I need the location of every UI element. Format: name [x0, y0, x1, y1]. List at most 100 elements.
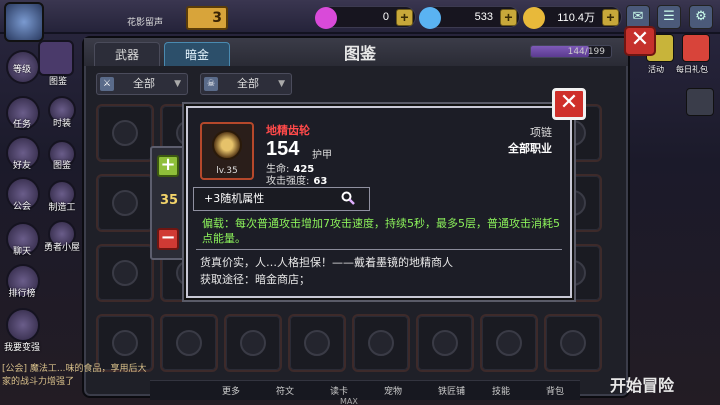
equipment-icon: [112, 260, 138, 286]
equipment-icon: [304, 330, 330, 356]
equipment-icon: [176, 330, 202, 356]
chevron-down-icon: ▼: [174, 79, 181, 89]
menu-rank-label: 排行榜: [8, 289, 36, 299]
equipment-icon: [496, 330, 522, 356]
item-effect-description: 偏载：每次普通攻击增加7攻击速度，持续5秒，最多5层，普通攻击消耗5点能量。: [202, 217, 560, 245]
vip-badge[interactable]: 3: [186, 6, 228, 30]
item-source: 获取途径：暗金商店；: [200, 273, 310, 286]
daily-gift-label: 每日礼包: [676, 65, 708, 74]
filter-1-value: 全部: [133, 77, 155, 90]
menu-codex-label: 图鉴: [48, 77, 67, 87]
codex-cell[interactable]: [352, 314, 410, 372]
player-tag: 花影留声: [126, 18, 163, 28]
collection-progress: 144/199: [530, 45, 612, 58]
stat-attack-label: 攻击强度:: [266, 176, 310, 187]
filter-2-value: 全部: [237, 77, 259, 90]
gear-icon[interactable]: ⚙: [689, 5, 713, 29]
menu-task-label: 任务: [12, 120, 31, 130]
item-slot-type: 项链: [530, 126, 552, 139]
bottom-nav: 更多 符文 读卡 宠物 铁匠铺 技能 背包: [150, 380, 580, 400]
item-power: 154: [266, 138, 300, 160]
filter-dropdown-2[interactable]: ☠ 全部 ▼: [200, 73, 292, 95]
start-adventure-button[interactable]: 开始冒险: [610, 372, 674, 396]
item-slot: lv.35: [200, 122, 254, 180]
close-popup-button[interactable]: ✕: [552, 88, 586, 120]
equipment-icon: [112, 120, 138, 146]
equipment-icon: [432, 330, 458, 356]
gem-icon: [315, 7, 337, 29]
bottom-nav-item[interactable]: 技能: [492, 384, 510, 397]
progress-text: 144/199: [567, 47, 605, 57]
coin-counter: 110.4万 +: [523, 6, 622, 29]
item-level: lv.35: [216, 166, 238, 176]
add-coin-button[interactable]: +: [602, 9, 619, 26]
tab-weapon[interactable]: 武器: [94, 42, 160, 66]
item-power-unit: 护甲: [312, 150, 332, 161]
quantity-value: 35: [159, 193, 179, 208]
diamond-counter: 533 +: [419, 6, 520, 29]
random-attribute-label: +3随机属性: [204, 192, 265, 205]
codex-cell[interactable]: [416, 314, 474, 372]
player-avatar[interactable]: [4, 2, 44, 42]
equipment-icon: [240, 330, 266, 356]
activity-label: 活动: [648, 65, 664, 74]
codex-cell[interactable]: [288, 314, 346, 372]
gem-value: 0: [382, 11, 389, 23]
bottom-nav-item[interactable]: 符文: [276, 384, 294, 397]
character-icon[interactable]: [686, 88, 714, 116]
codex-cell[interactable]: [480, 314, 538, 372]
close-codex-button[interactable]: ✕: [624, 26, 656, 56]
bottom-nav-item[interactable]: 背包: [546, 384, 564, 397]
equipment-icon: [112, 190, 138, 216]
codex-cell[interactable]: [224, 314, 282, 372]
right-sidebar: 活动 每日礼包: [630, 30, 720, 400]
vip-level: 3: [212, 10, 222, 26]
add-gem-button[interactable]: +: [396, 9, 413, 26]
decrease-button[interactable]: −: [157, 228, 179, 250]
stat-attack-value: 63: [313, 176, 328, 187]
bottom-nav-item[interactable]: 读卡: [330, 384, 348, 397]
menu-codex-icon[interactable]: [38, 40, 74, 76]
menu-house-label: 勇者小屋: [43, 243, 80, 253]
stat-attack: 攻击强度: 63: [266, 172, 327, 187]
tab-dark-gold[interactable]: 暗金: [164, 42, 230, 66]
codex-cell[interactable]: [544, 314, 602, 372]
menu-outfit-label: 时装: [52, 119, 71, 129]
codex-cell[interactable]: [96, 104, 154, 162]
menu-strong-label: 我要变强: [3, 343, 40, 353]
magnifier-icon[interactable]: [341, 191, 355, 205]
guild-notice: [公会] 魔法工...味的食品，享用后大家的战斗力增强了: [2, 364, 147, 387]
menu-friends-label: 好友: [12, 161, 31, 171]
filter-dropdown-1[interactable]: ⚔ 全部 ▼: [96, 73, 188, 95]
item-job: 全部职业: [508, 142, 552, 155]
menu-strong-icon[interactable]: [6, 308, 40, 342]
popup-divider: [196, 249, 562, 250]
menu-level-label: 等级: [12, 65, 31, 75]
coin-value: 110.4万: [557, 12, 595, 24]
menu-guild-label: 公会: [12, 202, 31, 212]
bottom-nav-item[interactable]: 铁匠铺: [438, 384, 465, 397]
codex-cell[interactable]: [96, 244, 154, 302]
coin-icon: [523, 7, 545, 29]
page-title: 图鉴: [343, 44, 376, 63]
bottom-nav-item[interactable]: 更多: [222, 384, 240, 397]
chevron-down-icon: ▼: [278, 79, 285, 89]
equipment-icon: [368, 330, 394, 356]
random-attribute-box[interactable]: +3随机属性: [193, 187, 370, 211]
gift-icon[interactable]: [682, 34, 710, 62]
add-diamond-button[interactable]: +: [500, 9, 517, 26]
gear-item-icon: [212, 130, 242, 160]
diamond-icon: [419, 7, 441, 29]
equipment-icon: [560, 330, 586, 356]
settings-icon[interactable]: ☰: [657, 5, 681, 29]
menu-craft-label: 制造工: [48, 203, 76, 213]
gem-counter: 0 +: [315, 6, 416, 29]
menu-chat-label: 聊天: [12, 247, 31, 257]
codex-cell[interactable]: [96, 174, 154, 232]
bottom-nav-item[interactable]: 宠物: [384, 384, 402, 397]
codex-cell[interactable]: [160, 314, 218, 372]
item-flavor-text: 货真价实，人…人格担保！——戴着墨镜的地精商人: [200, 256, 453, 269]
filter-type-icon: ⚔: [100, 77, 114, 91]
increase-button[interactable]: +: [157, 155, 179, 177]
item-name: 地精齿轮: [266, 124, 310, 137]
